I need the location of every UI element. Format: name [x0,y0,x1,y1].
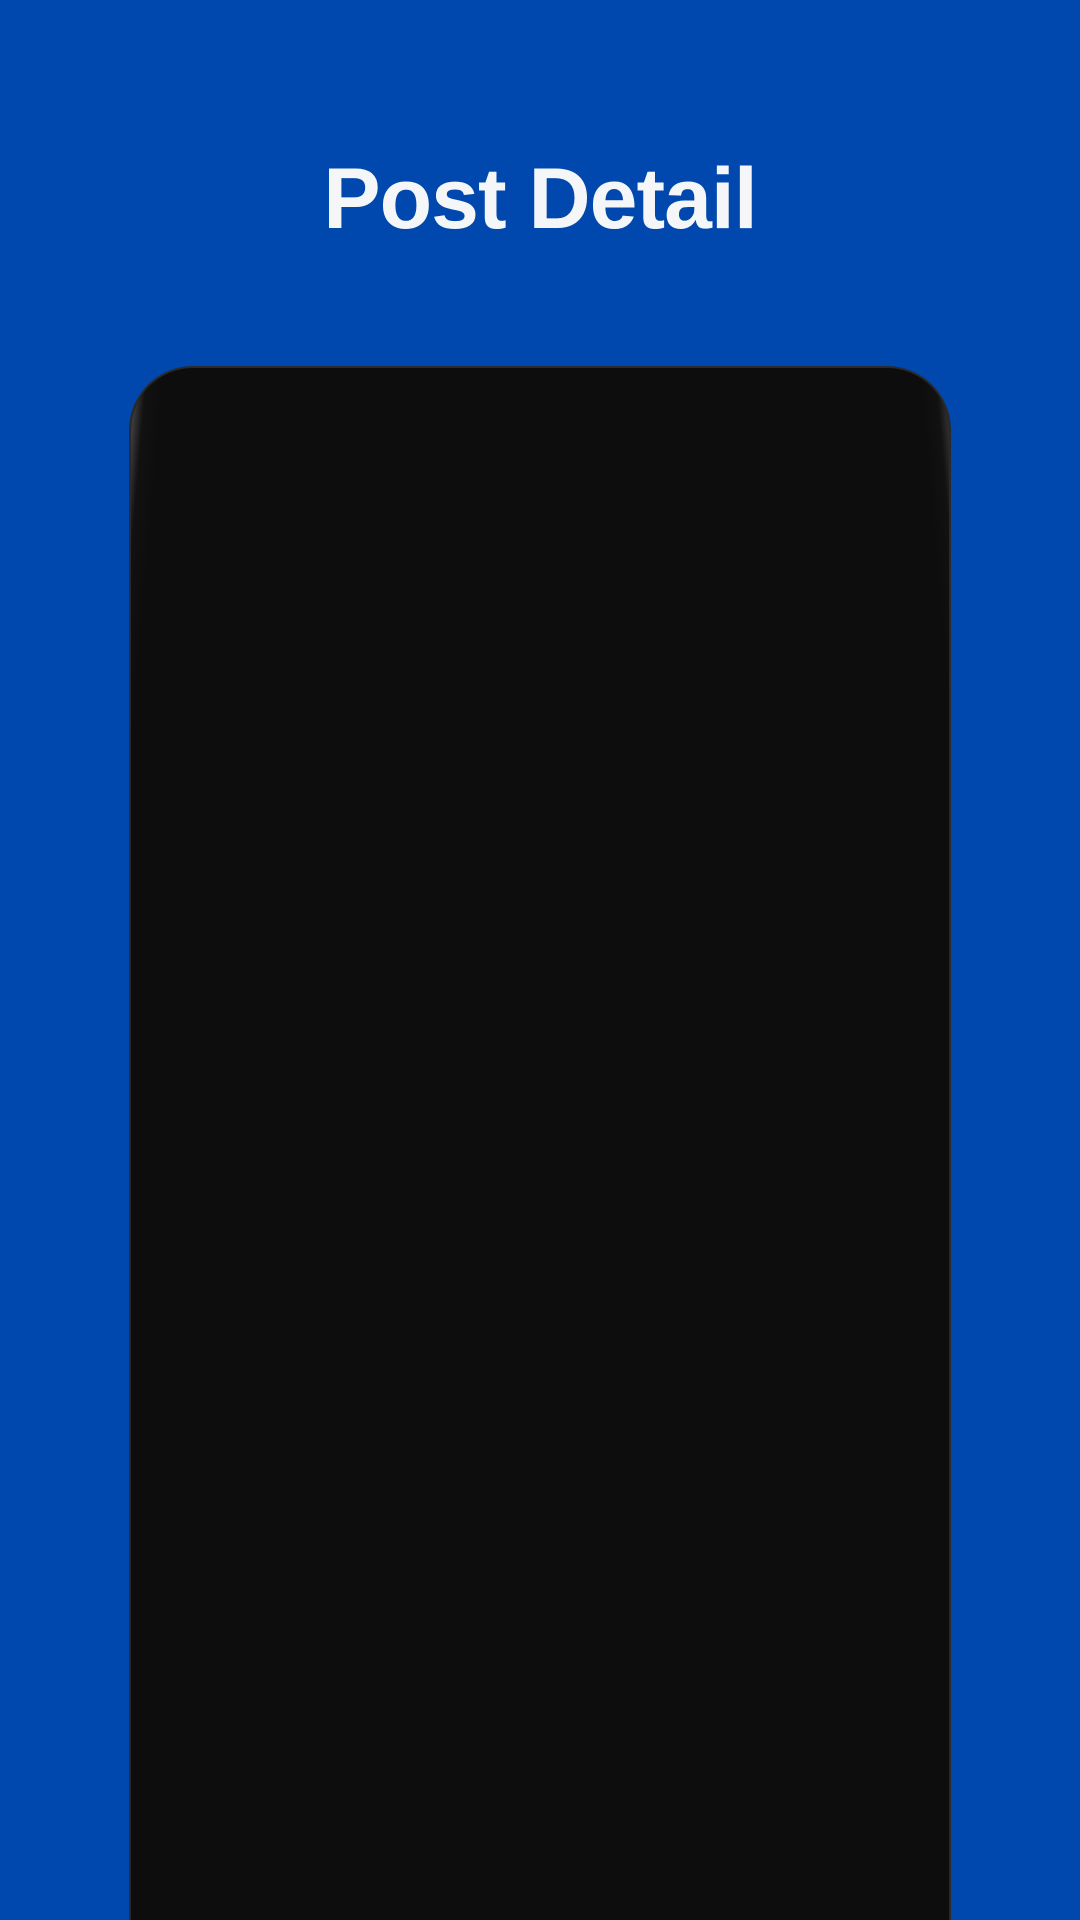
hamburger-menu-icon[interactable] [184,488,236,528]
hamburger-line [184,504,236,511]
request-call-back-button[interactable]: REQUEST CALL BACK [315,1463,765,1553]
app-bar: MARKETYARD 0 [152,451,928,564]
no-comments-message: No comments on this post. [326,1613,754,1654]
quantity-block: Quantity : 15 Tonnes [520,957,888,1052]
quantity-label: Quantity : [520,957,653,992]
phone-sensor-cluster [131,404,949,444]
phone-device-frame: MARKETYARD 0 Banana (Other) Share Residu… [131,368,949,1920]
date-block: 11 Nov 2020 [520,1068,888,1119]
eye-icon [520,1145,556,1161]
screenshot-stage: Post Detail MARKETYARD 0 Banana (Other) … [0,0,1080,1920]
post-title: Banana (Other) [182,588,453,630]
views-count-value: 5 [572,1135,590,1170]
comment-input[interactable] [170,1814,796,1910]
app-screen: MARKETYARD 0 Banana (Other) Share Residu… [152,451,928,1920]
banana-photo-svg [184,812,496,1122]
phone-share-arrow-svg [761,499,778,513]
post-detail-card: Expected Price : ₹ 13/Kg Quantity : 15 T… [160,786,920,1411]
post-details-panel: Expected Price : ₹ 13/Kg Quantity : 15 T… [520,812,896,1201]
app-bar-actions: 0 [752,463,904,538]
phone-front-camera-icon [713,411,737,435]
notification-bell-icon[interactable]: 0 [830,463,900,538]
post-header: Banana (Other) Share Residue Free FPO 1 … [152,564,928,776]
phone-side-button-top [131,668,135,754]
user-avatar-icon [188,1237,332,1381]
phone-proximity-sensor [353,412,375,434]
quantity-value: 15 Tonnes [520,1001,663,1036]
comment-bar [152,1798,928,1920]
phone-side-button-bottom [131,908,135,1028]
post-card-row: Expected Price : ₹ 13/Kg Quantity : 15 T… [184,812,896,1201]
expected-price-block: Expected Price : ₹ 13/Kg [520,846,888,941]
send-paper-plane-icon [837,1845,883,1879]
phone-share-icon[interactable] [752,481,786,534]
tag-residue-free: Residue Free [182,656,338,692]
call-back-section: REQUEST CALL BACK [152,1411,928,1553]
leaf-logo-icon [258,471,320,544]
phone-earpiece-speaker [489,414,639,430]
share-button[interactable]: Share [737,588,898,638]
seller-name: Pradip Yadav [358,1268,565,1305]
post-date-value: 11 Nov 2020 [570,1068,744,1103]
phone-light-sensor [393,415,410,432]
phone-sensor-dot [255,417,268,430]
expected-price-label: Expected Price : [520,846,746,881]
phone-led-indicator [771,415,787,431]
green-banana-bunch-photo[interactable] [184,812,496,1122]
expected-price-value: ₹ 13/Kg [520,890,630,925]
calendar-icon [521,1069,553,1103]
phone-iris-scanner-icon [296,408,326,438]
phone-power-button [945,788,949,908]
hamburger-line [184,489,236,496]
views-block: 5 [520,1135,888,1185]
seller-text-block: Pradip Yadav Maharashtra | Pune | Indapu… [358,1268,786,1350]
post-subtitle: 1 nembar [182,712,309,745]
notification-badge: 0 [848,463,900,516]
brand-title: MARKETYARD [330,483,630,531]
share-arrow-icon [846,597,894,634]
leaf-logo-svg [271,484,308,533]
post-tag-list: Residue Free FPO [182,656,898,692]
send-comment-button[interactable] [810,1814,910,1910]
post-header-top-row: Banana (Other) Share [182,588,898,638]
share-label: Share [737,595,828,634]
hamburger-line [184,519,236,526]
seller-info[interactable]: Pradip Yadav Maharashtra | Pune | Indapu… [184,1237,896,1381]
page-title: Post Detail [323,151,757,247]
tag-fpo: FPO [349,656,418,692]
seller-location: Maharashtra | Pune | Indapur [358,1312,787,1349]
